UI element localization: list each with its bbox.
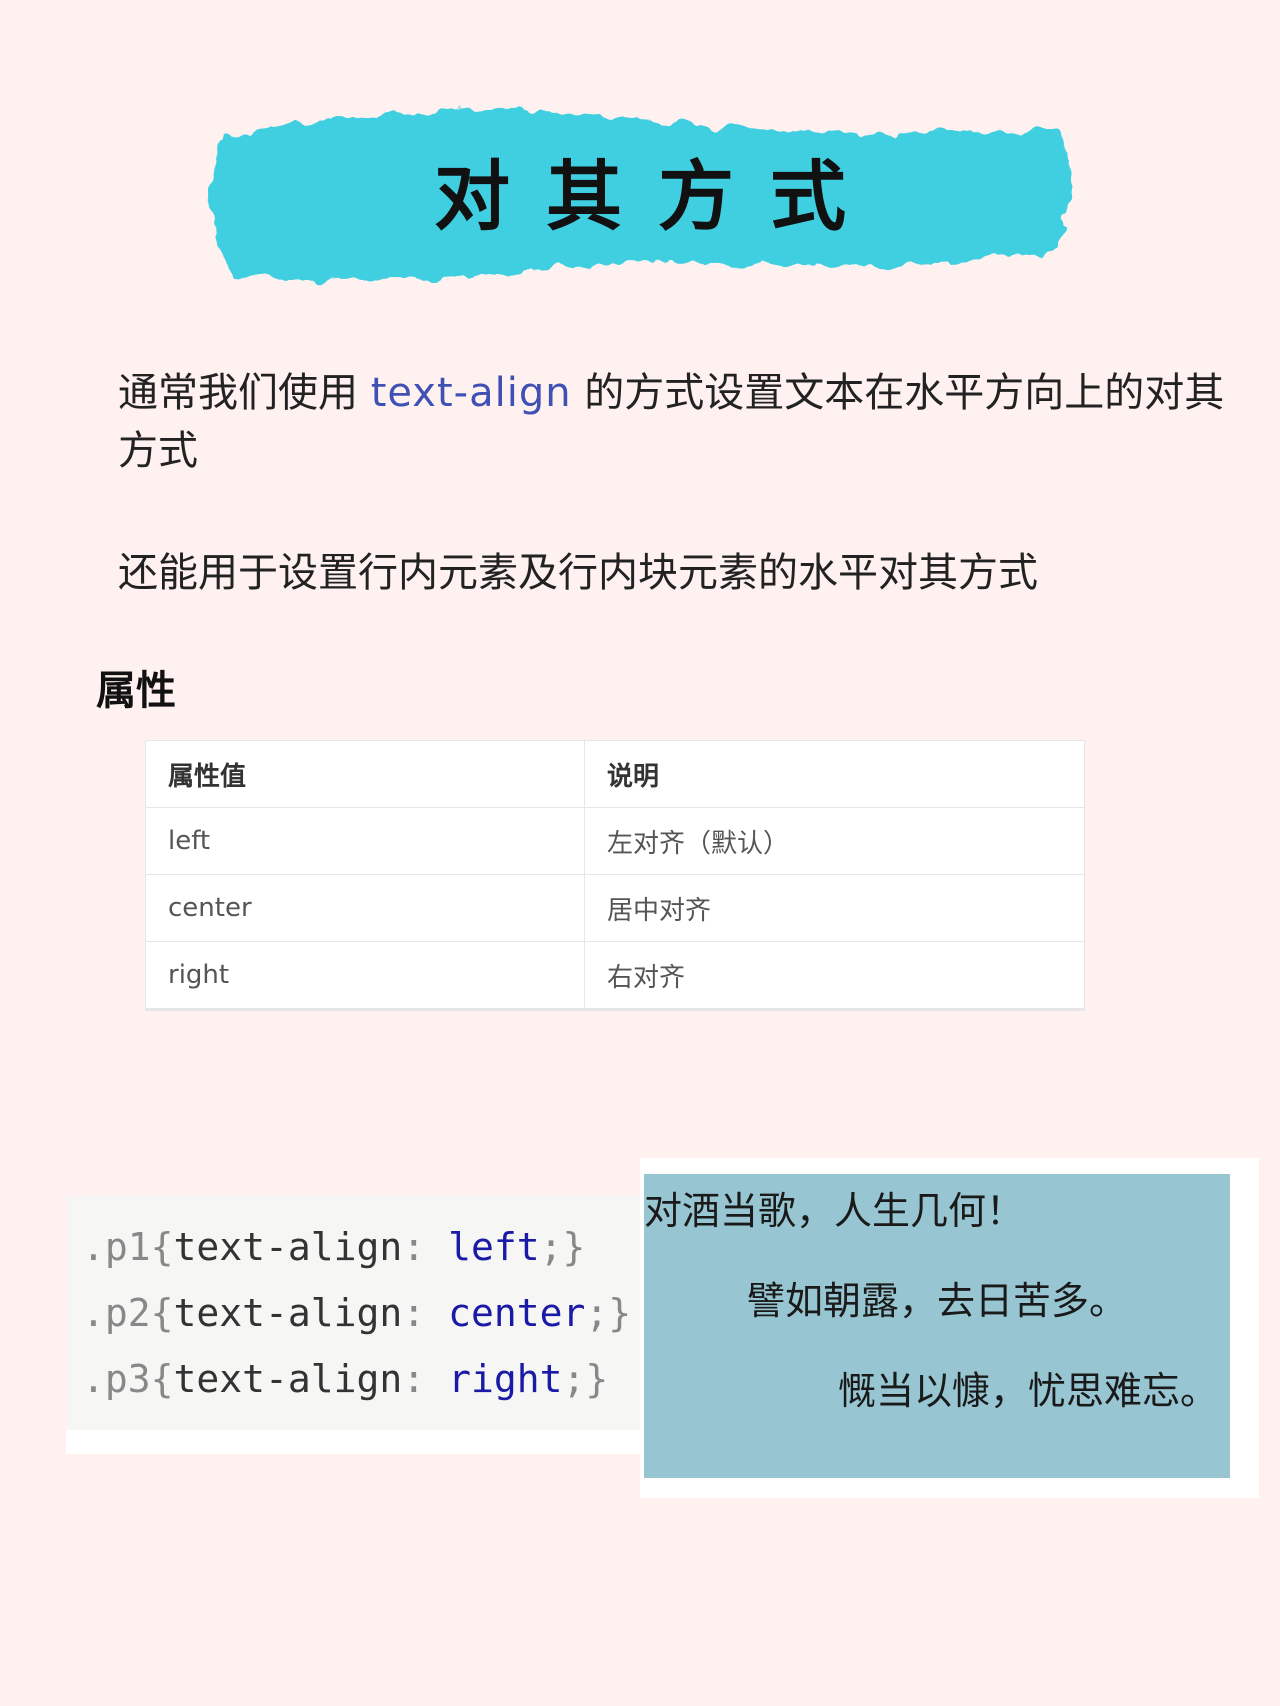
intro-paragraph-2: 还能用于设置行内元素及行内块元素的水平对其方式 [118, 550, 1038, 596]
poem-box: 对酒当歌，人生几何！ 譬如朝露，去日苦多。 慨当以慷，忧思难忘。 [644, 1174, 1230, 1478]
code-brace: { [150, 1291, 174, 1335]
poem-line-center: 譬如朝露，去日苦多。 [746, 1279, 1127, 1323]
code-colon: : [402, 1225, 449, 1269]
code-property: text-align [173, 1225, 403, 1269]
table-header-cell: 说明 [584, 740, 1085, 808]
code-colon: : [402, 1357, 449, 1401]
code-line: .p2{text-align: center;} [82, 1280, 658, 1346]
code-selector: .p2 [82, 1291, 151, 1335]
code-close: ;} [562, 1357, 609, 1401]
code-close: ;} [539, 1225, 586, 1269]
intro-text-before: 通常我们使用 [118, 370, 371, 416]
table-cell: center [145, 874, 585, 942]
table-row: center 居中对齐 [145, 874, 1085, 942]
code-block-inner: .p1{text-align: left;} .p2{text-align: ce… [66, 1196, 658, 1430]
code-property: text-align [173, 1357, 403, 1401]
title-banner: 对其方式 [200, 100, 1080, 300]
code-value: right [448, 1357, 563, 1401]
property-table: 属性值 说明 left 左对齐（默认） center 居中对齐 right 右对… [145, 740, 1085, 1009]
code-selector: .p1 [82, 1225, 151, 1269]
alignment-demo: 对酒当歌，人生几何！ 譬如朝露，去日苦多。 慨当以慷，忧思难忘。 [640, 1158, 1259, 1498]
code-selector: .p3 [82, 1357, 151, 1401]
code-line: .p1{text-align: left;} [82, 1214, 658, 1280]
section-heading: 属性 [96, 668, 176, 714]
table-header-row: 属性值 说明 [145, 740, 1085, 808]
intro-paragraph: 通常我们使用 text-align 的方式设置文本在水平方向上的对其方式 [118, 364, 1228, 480]
table-cell: 右对齐 [584, 941, 1085, 1009]
code-value: center [448, 1291, 586, 1335]
table-header-cell: 属性值 [145, 740, 585, 808]
code-brace: { [150, 1357, 174, 1401]
table-row: left 左对齐（默认） [145, 807, 1085, 875]
table-cell: right [145, 941, 585, 1009]
poem-line-left: 对酒当歌，人生几何！ [644, 1189, 1025, 1233]
code-close: ;} [585, 1291, 632, 1335]
code-block: .p1{text-align: left;} .p2{text-align: ce… [66, 1196, 658, 1454]
intro-code-keyword: text-align [370, 370, 572, 416]
code-brace: { [150, 1225, 174, 1269]
poem-line-right: 慨当以慷，忧思难忘。 [837, 1369, 1218, 1413]
code-line: .p3{text-align: right;} [82, 1346, 658, 1412]
code-colon: : [402, 1291, 449, 1335]
page-title: 对其方式 [434, 152, 882, 241]
table-cell: left [145, 807, 585, 875]
table-row: right 右对齐 [145, 941, 1085, 1009]
code-property: text-align [173, 1291, 403, 1335]
table-cell: 居中对齐 [584, 874, 1085, 942]
table-cell: 左对齐（默认） [584, 807, 1085, 875]
code-value: left [448, 1225, 540, 1269]
